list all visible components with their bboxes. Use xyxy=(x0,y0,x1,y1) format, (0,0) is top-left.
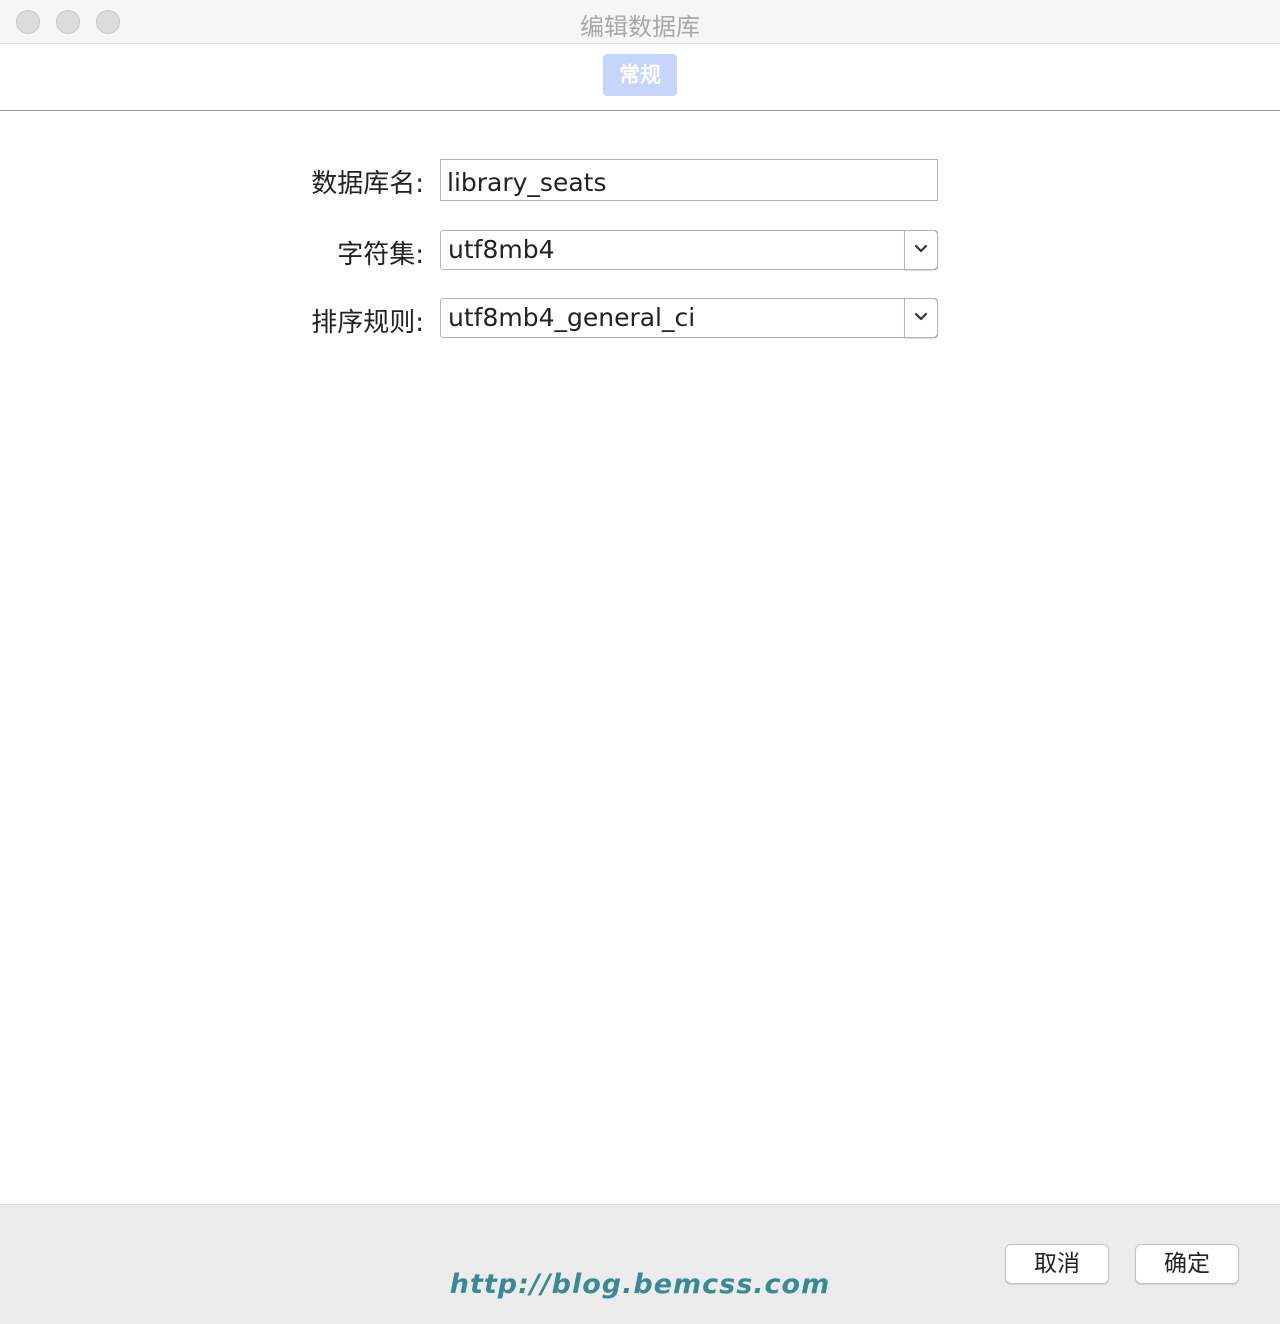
window-title: 编辑数据库 xyxy=(580,13,700,41)
collation-dropdown-button[interactable] xyxy=(904,298,938,338)
collation-select-value: utf8mb4_general_ci xyxy=(448,303,696,332)
tab-bar: 常规 xyxy=(0,44,1280,111)
form-row-collation: 排序规则: utf8mb4_general_ci xyxy=(0,298,1280,340)
charset-label: 字符集: xyxy=(337,240,424,270)
tab-general[interactable]: 常规 xyxy=(603,54,677,96)
ok-button[interactable]: 确定 xyxy=(1135,1244,1239,1284)
charset-dropdown-button[interactable] xyxy=(904,230,938,270)
charset-select[interactable]: utf8mb4 xyxy=(440,230,938,270)
cancel-button[interactable]: 取消 xyxy=(1005,1244,1109,1284)
collation-label: 排序规则: xyxy=(311,308,424,338)
database-name-label: 数据库名: xyxy=(311,169,424,199)
database-name-input[interactable] xyxy=(440,159,938,201)
chevron-down-icon xyxy=(914,244,928,253)
collation-select[interactable]: utf8mb4_general_ci xyxy=(440,298,938,338)
title-bar: 编辑数据库 xyxy=(0,0,1280,44)
form-row-database-name: 数据库名: xyxy=(0,159,1280,201)
edit-database-window: 编辑数据库 常规 数据库名: 字符集: utf8mb4 排序规则: utf8mb… xyxy=(0,0,1280,1324)
form-row-charset: 字符集: utf8mb4 xyxy=(0,230,1280,272)
charset-select-value: utf8mb4 xyxy=(448,235,555,264)
chevron-down-icon xyxy=(914,312,928,321)
dialog-footer: http://blog.bemcss.com 取消 确定 xyxy=(0,1204,1280,1324)
